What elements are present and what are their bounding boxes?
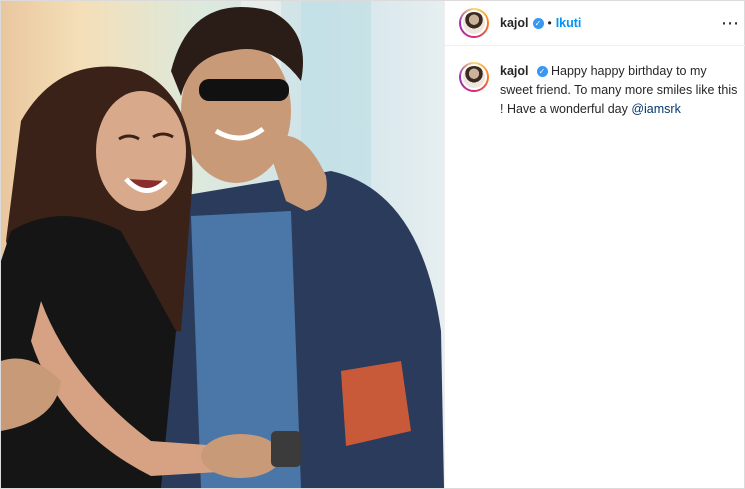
header-separator: • [547,16,552,30]
caption-username[interactable]: kajol [500,64,529,78]
caption-mention-link[interactable]: @iamsrk [631,102,681,116]
profile-avatar[interactable] [459,8,489,38]
caption-avatar[interactable] [459,62,489,92]
caption-text-block: kajol ✓ Happy happy birthday to my sweet … [500,62,740,119]
post-header: kajol ✓ • Ikuti ⋯ [445,1,745,46]
more-options-icon[interactable]: ⋯ [721,14,740,32]
avatar-image [461,10,487,36]
follow-button[interactable]: Ikuti [556,16,582,30]
header-username[interactable]: kajol [500,16,529,30]
photo-illustration [1,1,444,488]
instagram-post: kajol ✓ • Ikuti ⋯ kajol ✓ Happy happy bir… [0,0,745,489]
caption-text: Happy happy birthday to my sweet friend.… [500,64,738,116]
verified-badge-icon: ✓ [532,17,544,29]
post-side-panel: kajol ✓ • Ikuti ⋯ kajol ✓ Happy happy bir… [444,1,745,488]
avatar-image [461,64,487,90]
caption-verified-badge-icon: ✓ [536,66,548,78]
caption-comment: kajol ✓ Happy happy birthday to my sweet … [445,46,745,119]
post-photo[interactable] [1,1,444,488]
